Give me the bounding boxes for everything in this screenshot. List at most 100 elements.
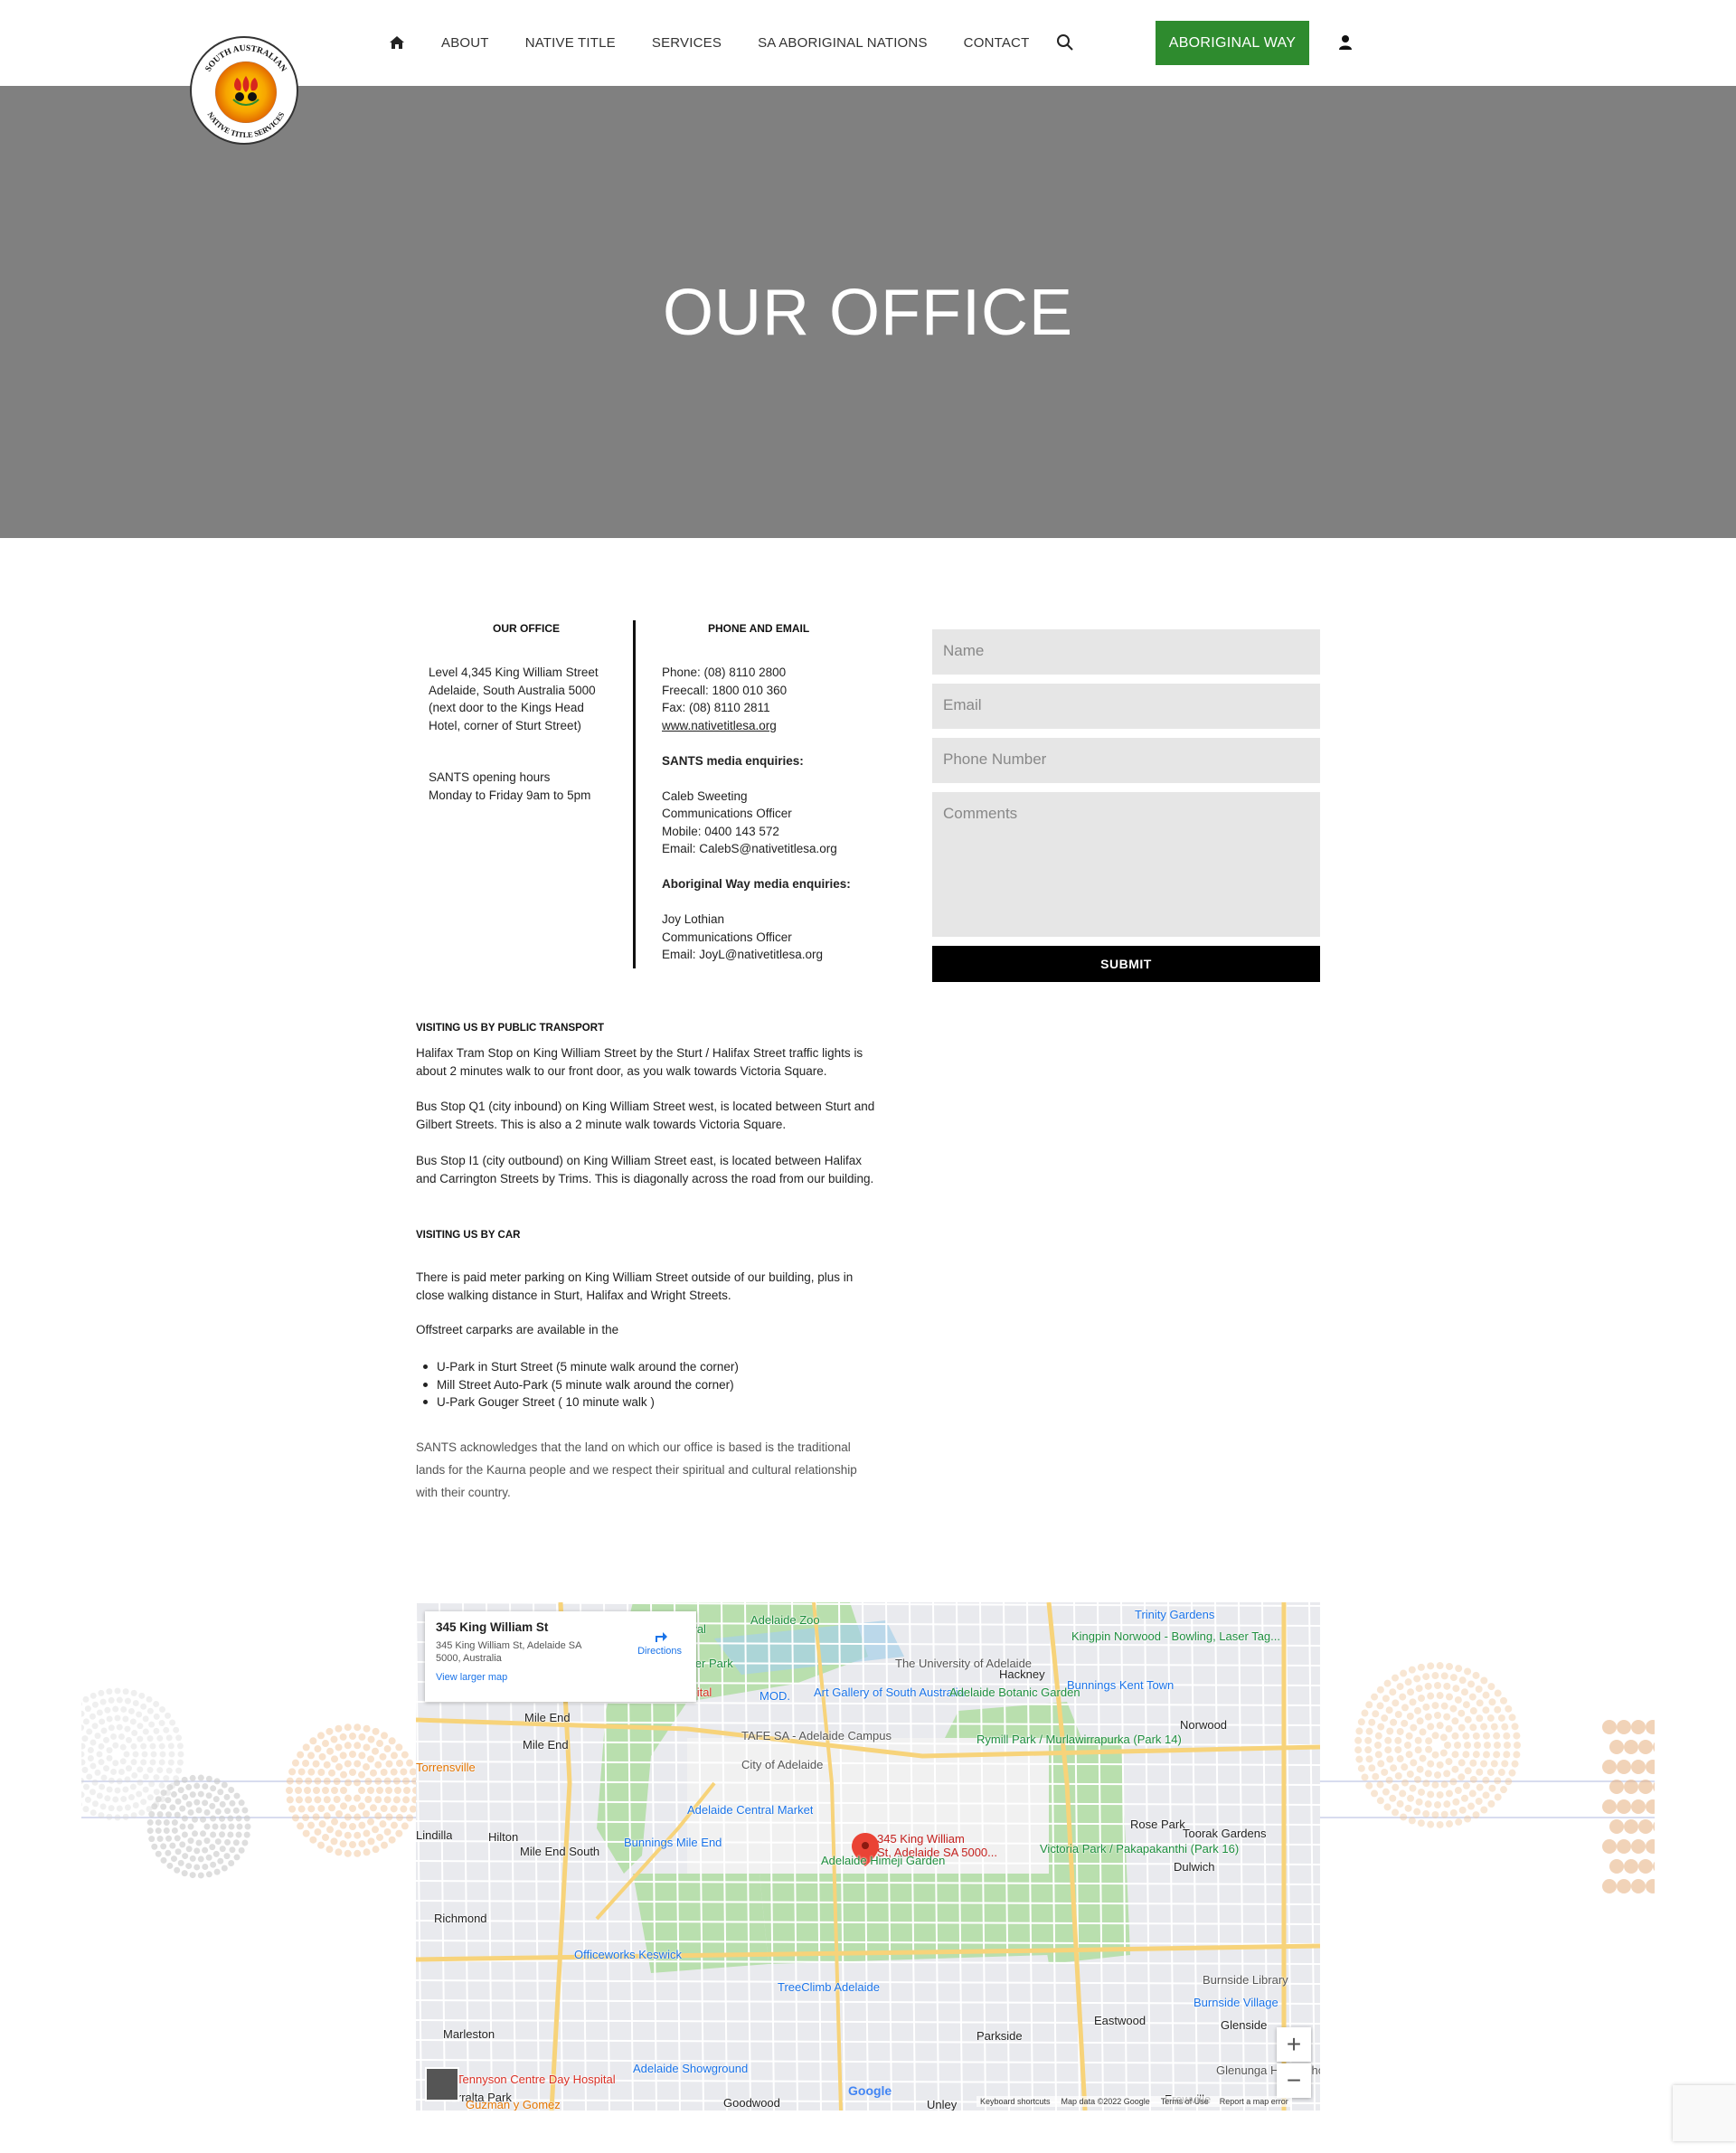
map-place-label[interactable]: Eastwood [1094,2014,1146,2027]
map-place-label[interactable]: Parkside [976,2029,1023,2043]
column-divider [633,620,636,968]
aw-contact-line: Communications Officer [662,930,792,944]
directions-button[interactable]: Directions [637,1628,682,1657]
map-place-label[interactable]: Victoria Park / Pakapakanthi (Park 16) [1040,1842,1239,1856]
map-place-label[interactable]: Mile End [524,1711,571,1724]
map-place-label[interactable]: Tennyson Centre Day Hospital [457,2073,616,2086]
transport-paragraph: Halifax Tram Stop on King William Street… [416,1046,863,1078]
report-map-error-link[interactable]: Report a map error [1220,2097,1288,2106]
map-place-label[interactable]: Dulwich [1174,1860,1215,1874]
map-place-label[interactable]: Adelaide Himeji Garden [821,1854,945,1867]
office-address: Level 4,345 King William Street Adelaide… [429,664,618,734]
address-line: Level 4,345 King William Street [429,666,599,679]
search-icon[interactable] [1056,33,1074,52]
media-contact-line: Mobile: 0400 143 572 [662,824,779,838]
transport-paragraph: Bus Stop I1 (city outbound) on King Will… [416,1154,874,1185]
map-place-label[interactable]: Torrensville [416,1761,476,1774]
map-place-label[interactable]: Bunnings Mile End [624,1836,722,1849]
map-place-label[interactable]: Lindilla [416,1828,452,1842]
map-place-label[interactable]: Trinity Gardens [1135,1608,1214,1621]
transport-paragraph: Bus Stop Q1 (city inbound) on King Willi… [416,1100,875,1131]
street-view-thumbnail[interactable] [425,2067,459,2101]
map-card-address: 345 King William St, Adelaide SA 5000, A… [436,1640,581,1664]
terms-of-use-link[interactable]: Terms of Use [1161,2097,1209,2106]
comments-field[interactable]: Comments [932,792,1320,937]
main-nav: ABOUT NATIVE TITLE SERVICES SA ABORIGINA… [389,33,1074,52]
recaptcha-badge[interactable] [1673,2085,1736,2141]
list-item: Mill Street Auto-Park (5 minute walk aro… [416,1376,739,1394]
map-place-label[interactable]: City of Adelaide [741,1758,823,1771]
map-place-label[interactable]: Norwood [1180,1718,1227,1732]
map-place-label[interactable]: Adelaide Showground [633,2062,748,2075]
map-place-label[interactable]: Burnside Village [1194,1996,1278,2009]
address-line: Hotel, corner of Sturt Street) [429,718,581,732]
car-paragraph: There is paid meter parking on King Will… [416,1270,854,1302]
map-place-label[interactable]: Goodwood [723,2096,780,2110]
map-place-label[interactable]: Toorak Gardens [1183,1827,1267,1840]
keyboard-shortcuts-link[interactable]: Keyboard shortcuts [980,2097,1051,2106]
map-data-credit: Map data ©2022 Google [1061,2097,1150,2106]
nav-item-native-title[interactable]: NATIVE TITLE [525,35,616,51]
list-item: U-Park Gouger Street ( 10 minute walk ) [416,1393,739,1412]
zoom-in-button[interactable]: + [1277,2027,1311,2062]
nav-item-about[interactable]: ABOUT [441,35,489,51]
submit-button[interactable]: SUBMIT [932,946,1320,982]
directions-icon [655,1632,667,1642]
map-place-label[interactable]: Burnside Library [1203,1973,1288,1987]
map-place-label[interactable]: MOD. [760,1689,790,1703]
map-place-label[interactable]: TreeClimb Adelaide [778,1980,880,1994]
public-transport-heading: VISITING US BY PUBLIC TRANSPORT [416,1023,605,1034]
list-item: U-Park in Sturt Street (5 minute walk ar… [416,1358,739,1376]
nav-item-contact[interactable]: CONTACT [964,35,1030,51]
map-place-label[interactable]: Guzman y Gomez [466,2098,561,2111]
map-place-label[interactable]: Glenside [1221,2018,1267,2032]
freecall-number: Freecall: 1800 010 360 [662,683,788,697]
carpark-list: U-Park in Sturt Street (5 minute walk ar… [416,1358,739,1412]
sturt-desert-pea-icon [232,76,259,107]
website-link[interactable]: www.nativetitlesa.org [662,717,897,735]
map-place-label[interactable]: Hilton [488,1830,518,1844]
media-contact-email[interactable]: Email: CalebS@nativetitlesa.org [662,840,897,858]
pin-label-line: 345 King William [877,1832,965,1846]
address-line: Adelaide, South Australia 5000 [429,683,596,697]
nav-item-services[interactable]: SERVICES [652,35,722,51]
map-place-label[interactable]: TAFE SA - Adelaide Campus [741,1729,892,1742]
map-place-label[interactable]: Richmond [434,1912,487,1925]
map-place-label[interactable]: Mile End [523,1738,569,1752]
acknowledgement-text: SANTS acknowledges that the land on whic… [416,1440,857,1499]
zoom-out-button[interactable]: − [1277,2063,1311,2098]
map-place-label[interactable]: Art Gallery of South Australia [814,1686,965,1699]
name-field[interactable]: Name [932,629,1320,675]
home-icon[interactable] [389,35,405,50]
email-field[interactable]: Email [932,684,1320,729]
map-place-label[interactable]: Kingpin Norwood - Bowling, Laser Tag... [1071,1629,1280,1643]
map-place-label[interactable]: Unley [927,2098,957,2111]
map-place-label[interactable]: Hackney [999,1667,1045,1681]
phone-email-heading: PHONE AND EMAIL [708,622,810,635]
map-footer: Keyboard shortcuts Map data ©2022 Google… [976,2096,1292,2107]
office-hours: SANTS opening hours Monday to Friday 9am… [429,769,618,804]
map-place-label[interactable]: Adelaide Zoo [750,1613,820,1627]
phone-number: Phone: (08) 8110 2800 [662,666,787,679]
map-place-label[interactable]: Adelaide Central Market [687,1803,813,1817]
aw-contact-email[interactable]: Email: JoyL@nativetitlesa.org [662,946,897,964]
phone-email-details: Phone: (08) 8110 2800 Freecall: 1800 010… [662,664,897,964]
map-place-label[interactable]: Officeworks Keswick [574,1948,682,1961]
hours-line: SANTS opening hours [429,770,551,784]
map-place-label[interactable]: Adelaide Botanic Garden [949,1686,1080,1699]
site-logo[interactable]: SOUTH AUSTRALIAN NATIVE TITLE SERVICES [190,36,298,145]
car-heading: VISITING US BY CAR [416,1230,521,1241]
map-place-label[interactable]: Rose Park [1130,1818,1185,1831]
hero-banner: OUR OFFICE [0,86,1736,538]
map-place-label[interactable]: Mile End South [520,1845,599,1858]
nav-item-sa-aboriginal-nations[interactable]: SA ABORIGINAL NATIONS [758,35,928,51]
google-map[interactable]: 345 King William St, Adelaide SA 5000...… [416,1602,1320,2111]
view-larger-map-link[interactable]: View larger map [436,1672,685,1683]
map-place-label[interactable]: Marleston [443,2027,495,2041]
user-icon[interactable] [1338,34,1353,51]
aboriginal-way-button[interactable]: ABORIGINAL WAY [1156,21,1309,65]
map-place-label[interactable]: Rymill Park / Murlawirrapurka (Park 14) [976,1733,1182,1746]
map-place-label[interactable]: Bunnings Kent Town [1067,1678,1174,1692]
phone-number-field[interactable]: Phone Number [932,738,1320,783]
google-logo: Google [848,2083,892,2098]
